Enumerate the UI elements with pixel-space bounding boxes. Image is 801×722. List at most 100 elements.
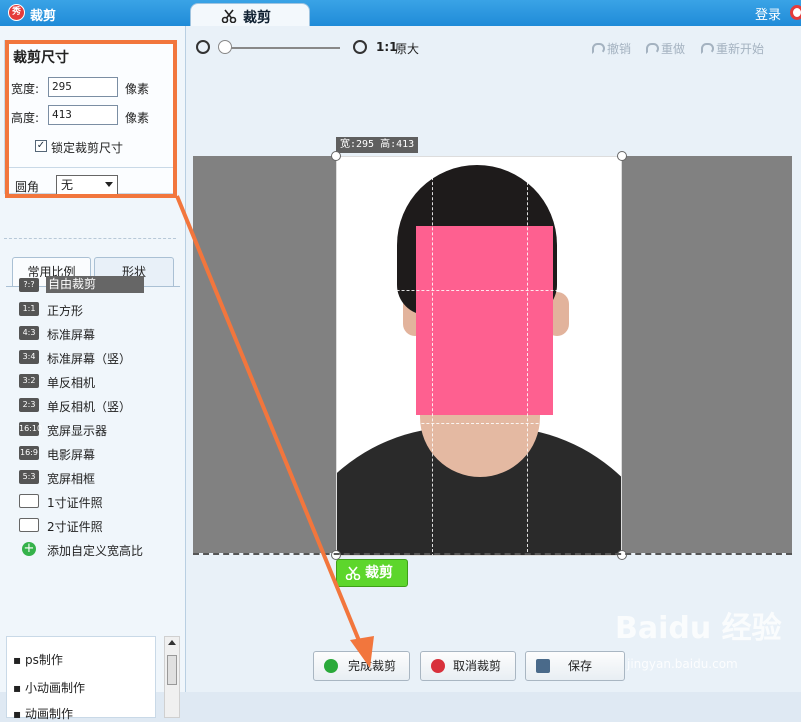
zoom-slider-handle[interactable]: [218, 40, 232, 54]
ratio-item[interactable]: + 添加自定义宽高比: [19, 540, 159, 560]
save-label: 保存: [568, 659, 593, 673]
tab-crop[interactable]: 裁剪: [190, 3, 310, 28]
chevron-down-icon: [105, 182, 113, 187]
ratio-label: 单反相机（竖）: [47, 400, 132, 414]
close-icon: [431, 659, 445, 673]
zoom-slider[interactable]: [222, 47, 340, 49]
zoom-in-icon[interactable]: [353, 40, 367, 54]
window-title: 裁剪: [30, 9, 57, 24]
crop-size-readout: 宽:295 高:413: [336, 137, 419, 153]
crop-apply-label: 裁剪: [365, 565, 393, 581]
crop-handle[interactable]: [617, 151, 627, 161]
lock-size-checkbox[interactable]: ✓: [35, 140, 47, 152]
list-item[interactable]: ▪ 动画制作: [13, 705, 73, 722]
width-input[interactable]: 295: [48, 77, 118, 97]
ratio-item[interactable]: 1:1 正方形: [19, 300, 159, 320]
ratio-label: 标准屏幕（竖）: [47, 352, 132, 366]
ratio-badge-icon: 4:3: [19, 326, 39, 340]
ratio-badge-icon: 3:2: [19, 374, 39, 388]
crop-handle[interactable]: [331, 151, 341, 161]
height-input[interactable]: 413: [48, 105, 118, 125]
round-corner-label: 圆角: [15, 180, 40, 194]
watermark-url: jingyan.baidu.com: [627, 657, 738, 671]
grid-line: [337, 423, 621, 424]
app-logo-icon: 秀: [8, 4, 25, 21]
ratio-badge-icon: 3:4: [19, 350, 39, 364]
samples-list: ▪ ps制作 ▪ 小动画制作 ▪ 动画制作: [6, 636, 156, 721]
round-corner-value: 无: [61, 178, 74, 192]
redo-button[interactable]: 重做: [646, 40, 685, 57]
left-panel: 裁剪尺寸 宽度: 295 像素 高度: 413 像素 ✓ 锁定裁剪尺寸 圆角 无…: [0, 26, 186, 721]
scroll-up-icon[interactable]: [168, 640, 176, 645]
ratio-badge-icon: 16:9: [19, 446, 39, 460]
save-button[interactable]: 保存: [525, 651, 625, 681]
ratio-item[interactable]: 4:3 标准屏幕: [19, 324, 159, 344]
ratio-item[interactable]: 16:10 宽屏显示器: [19, 420, 159, 440]
grid-line: [337, 290, 621, 291]
ratio-item[interactable]: 1寸证件照: [19, 492, 159, 512]
ratio-item[interactable]: 2:3 单反相机（竖）: [19, 396, 159, 416]
ratio-label: 正方形: [47, 304, 84, 318]
undo-icon: [592, 43, 605, 54]
title-bar: 秀 裁剪 裁剪 登录: [0, 0, 801, 28]
ratio-label: 单反相机: [47, 376, 96, 390]
crop-size-title: 裁剪尺寸: [13, 50, 69, 66]
id-photo-icon: [19, 518, 39, 532]
crop-frame[interactable]: [336, 156, 622, 556]
actual-size-button[interactable]: 原大: [395, 40, 419, 57]
ratio-label: 添加自定义宽高比: [47, 544, 144, 558]
list-item[interactable]: ▪ 小动画制作: [13, 679, 85, 696]
width-unit: 像素: [125, 82, 150, 96]
lock-size-label: 锁定裁剪尺寸: [51, 141, 124, 155]
crop-apply-button[interactable]: 裁剪: [336, 559, 408, 587]
crop-size-box: 裁剪尺寸 宽度: 295 像素 高度: 413 像素 ✓ 锁定裁剪尺寸 圆角 无: [4, 40, 176, 195]
zoom-out-icon[interactable]: [196, 40, 210, 54]
ratio-badge-icon: 1:1: [19, 302, 39, 316]
ratio-item[interactable]: 16:9 电影屏幕: [19, 444, 159, 464]
ratio-label: 自由裁剪: [46, 276, 145, 293]
ratio-item[interactable]: ?:? 自由裁剪: [19, 276, 159, 296]
width-label: 宽度:: [11, 82, 40, 96]
save-icon: [536, 659, 550, 673]
grid-line: [527, 157, 528, 555]
main-area: 1:1 原大 撤销 重做 重新开始 宽:295 高:413 裁剪 完成裁剪 取消…: [186, 26, 801, 692]
ratio-badge-icon: ?:?: [19, 278, 39, 292]
undo-button[interactable]: 撤销: [592, 40, 631, 57]
ratio-item[interactable]: 3:4 标准屏幕（竖）: [19, 348, 159, 368]
face-mask: [416, 226, 553, 415]
grid-line: [432, 157, 433, 555]
scroll-thumb[interactable]: [167, 655, 177, 685]
finish-crop-label: 完成裁剪: [348, 659, 397, 673]
restart-button[interactable]: 重新开始: [701, 40, 764, 57]
add-icon: +: [22, 541, 36, 556]
watermark: Baidu 经验: [615, 611, 782, 646]
divider: [5, 167, 175, 168]
ratio-badge-icon: 5:3: [19, 470, 39, 484]
divider: [4, 238, 176, 239]
redo-icon: [646, 43, 659, 54]
toolbar: 1:1 原大 撤销 重做 重新开始: [186, 26, 801, 68]
scissors-icon: [345, 566, 361, 580]
height-label: 高度:: [11, 111, 40, 125]
login-link[interactable]: 登录: [755, 4, 781, 23]
ratio-label: 宽屏显示器: [47, 424, 108, 438]
list-item[interactable]: ▪ ps制作: [13, 651, 63, 668]
ratio-label: 2寸证件照: [47, 520, 103, 534]
scrollbar[interactable]: [164, 636, 180, 718]
ratio-item[interactable]: 5:3 宽屏相框: [19, 468, 159, 488]
tab-crop-label: 裁剪: [243, 10, 271, 26]
round-corner-select[interactable]: 无: [56, 175, 118, 195]
id-photo-icon: [19, 494, 39, 508]
qq-user-icon[interactable]: [790, 5, 801, 20]
finish-crop-button[interactable]: 完成裁剪: [313, 651, 410, 681]
ratio-item[interactable]: 3:2 单反相机: [19, 372, 159, 392]
crop-handle[interactable]: [617, 550, 627, 560]
cancel-crop-button[interactable]: 取消裁剪: [420, 651, 516, 681]
ratio-label: 标准屏幕: [47, 328, 96, 342]
scissors-icon: [221, 9, 237, 23]
canvas-edge: [193, 553, 792, 555]
cancel-crop-label: 取消裁剪: [453, 659, 502, 673]
ratio-item[interactable]: 2寸证件照: [19, 516, 159, 536]
restart-icon: [701, 43, 714, 54]
ratio-label: 1寸证件照: [47, 496, 103, 510]
